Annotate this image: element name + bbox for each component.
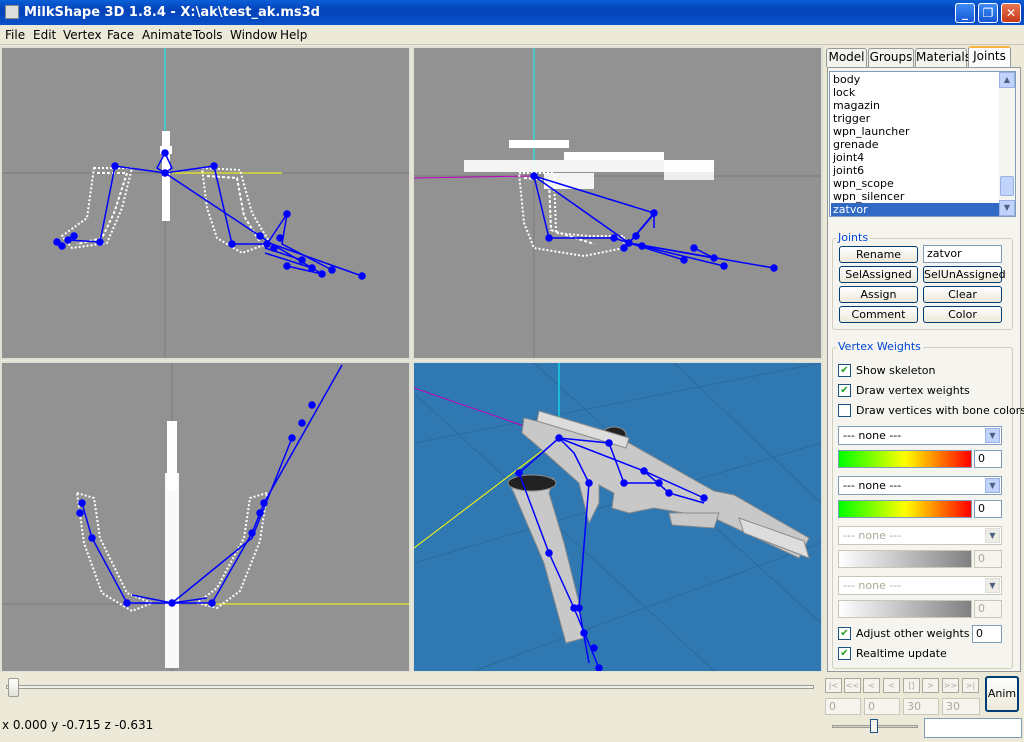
frame-total-field: 30: [942, 698, 980, 715]
tab-groups[interactable]: Groups: [868, 48, 914, 67]
weight-value-3: 0: [974, 550, 1002, 568]
list-item[interactable]: magazin: [831, 99, 1001, 112]
rename-button[interactable]: Rename: [839, 246, 918, 263]
scroll-down-icon[interactable]: ▼: [999, 200, 1015, 216]
close-button[interactable]: ✕: [1001, 3, 1021, 23]
realtime-update-checkbox[interactable]: ✔ Realtime update: [838, 647, 1008, 661]
menu-bar: File Edit Vertex Face Animate Tools Wind…: [0, 25, 1024, 45]
rewind-button[interactable]: <: [863, 678, 880, 693]
joint-list-scrollbar[interactable]: ▲ ▼: [999, 72, 1015, 216]
minimize-button[interactable]: _: [955, 3, 975, 23]
joint-list[interactable]: body lock magazin trigger wpn_launcher g…: [829, 71, 1016, 217]
clear-button[interactable]: Clear: [923, 286, 1002, 303]
prev-frame-button[interactable]: <: [883, 678, 900, 693]
adjust-weight-value[interactable]: 0: [972, 625, 1002, 643]
frame-end-field: 30: [903, 698, 939, 715]
menu-window[interactable]: Window: [230, 28, 277, 42]
checkbox-icon[interactable]: ✔: [838, 647, 851, 660]
weight-slider-1[interactable]: [838, 450, 972, 468]
viewport-front[interactable]: [0, 46, 411, 360]
forward-button[interactable]: >>: [942, 678, 959, 693]
menu-help[interactable]: Help: [280, 28, 307, 42]
prev-key-button[interactable]: <<: [844, 678, 861, 693]
title-bar: MilkShape 3D 1.8.4 - X:\ak\test_ak.ms3d …: [0, 0, 1024, 25]
tab-model[interactable]: Model: [826, 48, 867, 67]
viewport-side[interactable]: [412, 46, 823, 360]
chevron-down-icon: ▼: [985, 528, 1000, 543]
weight-value-1[interactable]: 0: [974, 450, 1002, 468]
color-button[interactable]: Color: [923, 306, 1002, 323]
next-frame-button[interactable]: >: [922, 678, 939, 693]
list-item[interactable]: trigger: [831, 112, 1001, 125]
timeline-track[interactable]: [6, 685, 814, 689]
checkbox-icon[interactable]: [838, 404, 851, 417]
weight-value-4: 0: [974, 600, 1002, 618]
list-item[interactable]: grenade: [831, 138, 1001, 151]
weight-slider-2[interactable]: [838, 500, 972, 518]
tab-materials[interactable]: Materials: [915, 48, 971, 67]
list-item-selected[interactable]: zatvor: [831, 203, 1001, 216]
bone-select-2[interactable]: --- none --- ▼: [838, 476, 1002, 495]
menu-vertex[interactable]: Vertex: [63, 28, 102, 42]
draw-vertex-weights-checkbox[interactable]: ✔ Draw vertex weights: [838, 384, 1008, 398]
sel-assigned-button[interactable]: SelAssigned: [839, 266, 918, 283]
menu-face[interactable]: Face: [107, 28, 134, 42]
chevron-down-icon: ▼: [985, 578, 1000, 593]
frame-start-field: 0: [864, 698, 900, 715]
speed-slider-thumb[interactable]: [870, 719, 878, 733]
list-item[interactable]: joint4: [831, 151, 1001, 164]
window-title: MilkShape 3D 1.8.4 - X:\ak\test_ak.ms3d: [24, 5, 320, 20]
comment-button[interactable]: Comment: [839, 306, 918, 323]
menu-file[interactable]: File: [5, 28, 25, 42]
sel-unassigned-button[interactable]: SelUnAssigned: [923, 266, 1006, 283]
status-coordinates: x 0.000 y -0.715 z -0.631: [2, 718, 154, 732]
menu-animate[interactable]: Animate: [142, 28, 192, 42]
last-frame-button[interactable]: >|: [962, 678, 979, 693]
menu-edit[interactable]: Edit: [33, 28, 56, 42]
weight-value-2[interactable]: 0: [974, 500, 1002, 518]
app-icon: [5, 5, 19, 19]
list-item[interactable]: body: [831, 73, 1001, 86]
menu-tools[interactable]: Tools: [193, 28, 223, 42]
checkbox-icon[interactable]: ✔: [838, 364, 851, 377]
adjust-other-weights-checkbox[interactable]: ✔ Adjust other weights: [838, 627, 970, 641]
assign-button[interactable]: Assign: [839, 286, 918, 303]
anim-button[interactable]: Anim: [985, 676, 1019, 712]
current-frame-field: 0: [825, 698, 861, 715]
checkbox-icon[interactable]: ✔: [838, 627, 851, 640]
list-item[interactable]: wpn_scope: [831, 177, 1001, 190]
list-item[interactable]: joint6: [831, 164, 1001, 177]
tab-joints[interactable]: Joints: [968, 46, 1011, 67]
weight-slider-3: [838, 550, 972, 568]
scroll-up-icon[interactable]: ▲: [999, 72, 1015, 88]
list-item[interactable]: wpn_silencer: [831, 190, 1001, 203]
show-skeleton-checkbox[interactable]: ✔ Show skeleton: [838, 364, 1008, 378]
viewport-3d[interactable]: [412, 361, 823, 673]
chevron-down-icon[interactable]: ▼: [985, 478, 1000, 493]
bone-select-4: --- none --- ▼: [838, 576, 1002, 595]
frame-input[interactable]: [924, 718, 1022, 738]
joints-group-title: Joints: [836, 231, 871, 244]
list-item[interactable]: lock: [831, 86, 1001, 99]
scroll-thumb[interactable]: [1000, 176, 1014, 196]
joint-name-field[interactable]: zatvor: [923, 245, 1002, 263]
timeline-thumb[interactable]: [8, 678, 19, 697]
list-item[interactable]: wpn_launcher: [831, 125, 1001, 138]
properties-panel: Model Groups Materials Joints body lock …: [824, 46, 1024, 672]
checkbox-icon[interactable]: ✔: [838, 384, 851, 397]
draw-bone-colors-checkbox[interactable]: Draw vertices with bone colors: [838, 404, 1024, 418]
chevron-down-icon[interactable]: ▼: [985, 428, 1000, 443]
bone-select-3: --- none --- ▼: [838, 526, 1002, 545]
weight-slider-4: [838, 600, 972, 618]
bone-select-1[interactable]: --- none --- ▼: [838, 426, 1002, 445]
stop-button[interactable]: []: [903, 678, 920, 693]
vertex-weights-title: Vertex Weights: [836, 340, 923, 353]
restore-button[interactable]: ❐: [978, 3, 998, 23]
first-frame-button[interactable]: |<: [825, 678, 842, 693]
viewport-top[interactable]: [0, 361, 411, 673]
